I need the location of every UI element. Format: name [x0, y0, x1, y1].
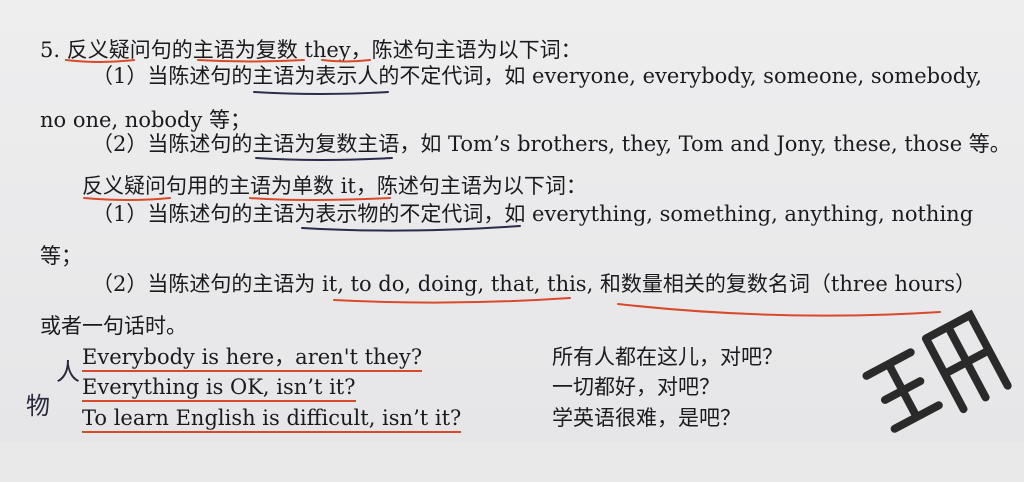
watermark-stamp [862, 309, 1012, 433]
handwritten-note-person: 人 [56, 358, 80, 386]
rule-it-heading: 反义疑问句用的主语为单数 it，陈述句主语为以下词： [82, 174, 587, 198]
rule-it-item-1-cont: 等； [40, 244, 82, 268]
book-page: 5. 反义疑问句的主语为复数 they，陈述句主语为以下词： （1）当陈述句的主… [0, 0, 1024, 442]
rule-it-item-2: （2）当陈述句的主语为 it, to do, doing, that, this… [92, 272, 976, 296]
example-2-cn: 一切都好，对吧？ [552, 375, 720, 399]
example-1-en: Everybody is here，aren't they? [82, 343, 423, 372]
rule-it-item-2-cont: 或者一句话时。 [40, 314, 187, 338]
example-1-cn: 所有人都在这儿，对吧？ [552, 345, 783, 369]
example-2-en: Everything is OK, isn’t it? [82, 373, 356, 402]
example-3-cn: 学英语很难，是吧？ [552, 406, 741, 430]
rule-5-heading: 5. 反义疑问句的主语为复数 they，陈述句主语为以下词： [40, 38, 582, 62]
rule-5-item-2: （2）当陈述句的主语为复数主语，如 Tom’s brothers, they, … [92, 132, 1011, 156]
rule-5-item-1: （1）当陈述句的主语为表示人的不定代词，如 everyone, everybod… [92, 64, 982, 88]
rule-it-item-1: （1）当陈述句的主语为表示物的不定代词，如 everything, someth… [92, 202, 974, 226]
handwritten-note-thing: 物 [26, 392, 50, 420]
example-3-en: To learn English is difficult, isn’t it? [82, 404, 462, 433]
